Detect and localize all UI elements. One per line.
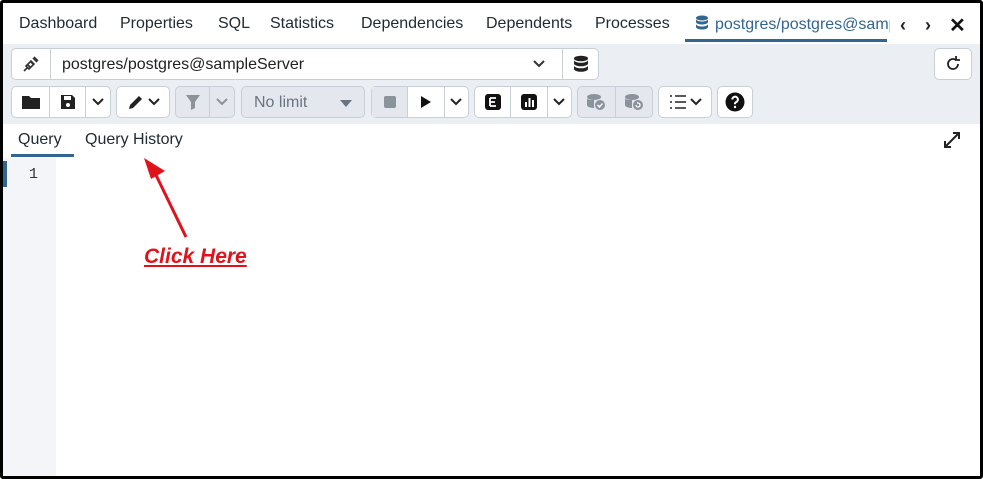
file-button-group: [11, 86, 111, 118]
refresh-icon: [947, 56, 960, 70]
chevron-down-icon[interactable]: [532, 59, 546, 69]
explain-button-group: [474, 86, 572, 118]
open-file-button[interactable]: [12, 87, 51, 117]
rollback-button[interactable]: [616, 87, 653, 117]
filter-dropdown[interactable]: [210, 87, 234, 117]
line-gutter: 1: [3, 158, 56, 476]
active-subtab-indicator: [11, 154, 74, 157]
list-icon: [669, 95, 686, 109]
main-tab-bar: Dashboard Properties SQL Statistics Depe…: [3, 3, 980, 45]
tab-dependencies[interactable]: Dependencies: [361, 15, 463, 33]
filter-icon: [185, 95, 200, 110]
execute-button-group: [371, 86, 469, 118]
connection-status-icon[interactable]: [12, 49, 51, 79]
toolbar-area: postgres/postgres@sampleServer No limit: [3, 44, 980, 124]
database-icon: [696, 15, 708, 30]
edit-menu-button[interactable]: [117, 87, 169, 117]
editor-tab-bar: Query Query History: [3, 124, 980, 159]
chevron-left-icon[interactable]: ‹: [900, 15, 906, 36]
folder-icon: [21, 96, 40, 109]
filter-button[interactable]: [176, 87, 211, 117]
tab-query[interactable]: Query: [18, 131, 62, 149]
tab-query-tool-label: postgres/postgres@sampleServer: [715, 16, 890, 33]
connection-value: postgres/postgres@sampleServer: [62, 56, 305, 73]
tab-query-history[interactable]: Query History: [85, 131, 183, 149]
rollback-icon: [624, 94, 643, 110]
connection-select[interactable]: postgres/postgres@sampleServer: [11, 48, 599, 80]
line-number: 1: [29, 166, 39, 183]
chevron-down-icon: [450, 98, 462, 106]
tab-statistics[interactable]: Statistics: [270, 15, 334, 33]
annotation-label: Click Here: [144, 245, 247, 268]
macros-button[interactable]: [659, 87, 711, 117]
explain-button[interactable]: [475, 87, 512, 117]
chart-icon: [520, 94, 537, 110]
database-icon: [574, 55, 588, 72]
tab-dashboard[interactable]: Dashboard: [19, 15, 97, 33]
chevron-down-icon: [216, 98, 228, 106]
explain-options-dropdown[interactable]: [548, 87, 572, 117]
row-limit-value: No limit: [254, 94, 308, 111]
tab-dependents[interactable]: Dependents: [486, 15, 572, 33]
execute-button[interactable]: [408, 87, 445, 117]
close-icon[interactable]: ✕: [949, 13, 966, 38]
chevron-down-icon: [553, 98, 565, 106]
transaction-button-group: [577, 86, 653, 118]
chevron-right-icon[interactable]: ›: [925, 15, 931, 36]
chevron-down-icon: [689, 98, 702, 106]
tab-properties[interactable]: Properties: [120, 15, 193, 33]
active-line-marker: [3, 161, 7, 187]
active-tab-indicator: [685, 39, 887, 42]
commit-icon: [587, 94, 606, 110]
sql-editor[interactable]: 1: [3, 158, 980, 476]
query-tool-window: Dashboard Properties SQL Statistics Depe…: [0, 0, 983, 479]
save-options-dropdown[interactable]: [86, 87, 110, 117]
edit-button-group: [116, 86, 170, 118]
help-button[interactable]: [717, 86, 753, 118]
help-icon: [725, 92, 745, 112]
execute-options-dropdown[interactable]: [445, 87, 469, 117]
caret-down-icon: [340, 100, 352, 107]
stop-button[interactable]: [372, 87, 409, 117]
row-limit-select[interactable]: No limit: [241, 86, 365, 118]
refresh-button[interactable]: [934, 48, 972, 80]
expand-icon[interactable]: [943, 131, 961, 149]
chevron-down-icon: [92, 98, 104, 106]
explain-analyze-button[interactable]: [511, 87, 548, 117]
explain-icon: [484, 94, 501, 110]
save-icon: [60, 95, 75, 109]
play-icon: [420, 96, 431, 108]
pencil-icon: [128, 96, 142, 109]
new-connection-button[interactable]: [562, 49, 599, 79]
filter-button-group: [175, 86, 235, 118]
stop-icon: [383, 96, 396, 108]
tab-processes[interactable]: Processes: [595, 15, 670, 33]
macros-button-group: [658, 86, 712, 118]
tab-sql[interactable]: SQL: [218, 15, 250, 33]
commit-button[interactable]: [578, 87, 616, 117]
chevron-down-icon: [147, 98, 160, 106]
tab-query-tool[interactable]: postgres/postgres@sampleServer: [685, 3, 890, 43]
save-button[interactable]: [50, 87, 87, 117]
